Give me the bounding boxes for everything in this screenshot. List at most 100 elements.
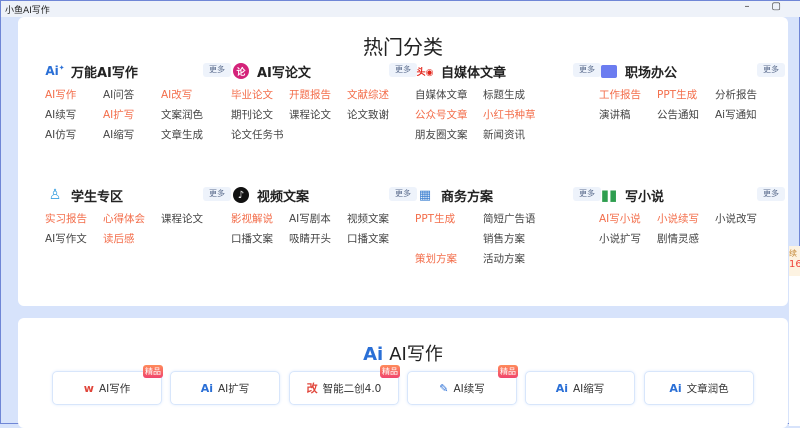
section-title: 学生专区 [71,189,124,205]
tool-icon: Ai [555,381,568,395]
category-item[interactable]: 吸睛开头 [289,232,347,247]
section-title: 自媒体文章 [441,65,507,81]
more-button[interactable]: 更多 [573,63,601,77]
category-item[interactable]: 演讲稿 [599,108,657,123]
category-item[interactable]: 文案润色 [161,108,227,123]
category-item[interactable]: 开题报告 [289,88,347,103]
tool-button[interactable]: ✎ AI续写 精品 [407,365,518,405]
category-item[interactable]: 自媒体文章 [415,88,483,103]
tool-button[interactable]: Ai AI缩写 [525,371,635,405]
student-icon: ♙ [48,187,62,203]
category-item[interactable]: 课程论文 [161,212,227,227]
category-section: 头◉ 自媒体文章 更多 自媒体文章 标题生成 公众号文章 小红书种草 朋友圈文案 新闻资讯 [415,61,601,143]
category-item[interactable]: 分析报告 [715,88,781,103]
more-button[interactable]: 更多 [573,187,601,201]
category-item[interactable]: AI仿写 [45,128,103,143]
category-item[interactable]: 论文致谢 [347,108,413,123]
tool-icon: Ai [200,381,213,395]
category-item[interactable]: 课程论文 [289,108,347,123]
ai-sparkle-icon: Ai [363,344,384,365]
category-item[interactable]: AI写剧本 [289,212,347,227]
briefcase-icon [599,62,619,80]
category-item[interactable]: 视频文案 [347,212,413,227]
category-item[interactable]: 小说改写 [715,212,781,227]
section-title: 写小说 [625,189,665,205]
more-button[interactable]: 更多 [389,63,417,77]
category-item[interactable]: 销售方案 [483,232,551,247]
tool-icon: 改 [306,382,318,395]
more-button[interactable]: 更多 [389,187,417,201]
tool-label: AI扩写 [218,382,250,395]
ai-writing-title: Ai AI写作 [18,340,788,366]
minimize-button[interactable]: – [745,1,750,12]
category-section: Ai✦ 万能AI写作 更多 AI写作 AI问答 AI改写 AI续写 AI扩写 文案润色 AI仿写 A… [45,61,231,143]
maximize-button[interactable]: ▢ [772,1,781,12]
tool-label: AI续写 [453,382,485,395]
right-side-panel[interactable]: 续 16 [789,246,800,426]
category-item[interactable]: 剧情灵感 [657,232,715,247]
category-item[interactable]: 实习报告 [45,212,103,227]
category-section: ▮▮ 写小说 更多 AI写小说 小说续写 小说改写小说扩写 剧情灵感 [599,185,785,247]
category-item[interactable]: AI缩写 [103,128,161,143]
hot-categories-card: 热门分类 Ai✦ 万能AI写作 更多 AI写作 AI问答 AI改写 AI续写 AI扩写 文案润色… [18,17,788,306]
category-item[interactable]: AI写作文 [45,232,103,247]
category-item[interactable]: PPT生成 [657,88,715,103]
tool-button[interactable]: Ai AI扩写 [170,371,280,405]
category-section: ▦ 商务方案 更多 PPT生成 简短广告语 销售方案 策划方案 活动方案 [415,185,601,267]
category-item[interactable]: AI扩写 [103,108,161,123]
category-item[interactable]: 期刊论文 [231,108,289,123]
ai-sparkle-icon: Ai✦ [45,64,65,78]
side-hint: 续 16 [789,246,800,276]
more-button[interactable]: 更多 [757,187,785,201]
category-item[interactable]: AI写小说 [599,212,657,227]
paper-icon: 论 [231,62,251,80]
category-item[interactable]: 文章生成 [161,128,227,143]
category-item[interactable]: 活动方案 [483,252,551,267]
window-title: 小鱼AI写作 [5,6,50,16]
category-item[interactable]: PPT生成 [415,212,483,227]
tool-button[interactable]: w AI写作 精品 [52,365,163,405]
category-item[interactable]: 小说续写 [657,212,715,227]
tool-label: 文章润色 [686,382,729,395]
category-item[interactable]: Ai写通知 [715,108,781,123]
tool-button[interactable]: 改智能二创4.0 精品 [289,365,400,405]
category-item[interactable]: 口播文案 [231,232,289,247]
category-item[interactable]: AI问答 [103,88,161,103]
category-item[interactable]: 公众号文章 [415,108,483,123]
category-item[interactable]: 公告通知 [657,108,715,123]
category-item[interactable]: AI续写 [45,108,103,123]
category-section: ♪ 视频文案 更多 影视解说 AI写剧本 视频文案 口播文案 吸睛开头 口播文案 [231,185,417,247]
category-item[interactable]: 策划方案 [415,252,483,267]
book-icon: ▮▮ [600,186,618,204]
tool-icon: ✎ [439,381,449,395]
category-item[interactable]: 读后感 [103,232,161,247]
category-item[interactable]: 工作报告 [599,88,657,103]
title-bar: 小鱼AI写作 – ▢ [1,1,800,17]
category-item[interactable]: AI写作 [45,88,103,103]
category-item[interactable]: 小红书种草 [483,108,551,123]
tool-label: AI写作 [98,382,131,395]
category-item[interactable]: 论文任务书 [231,128,289,143]
category-item [415,232,483,247]
category-item[interactable]: 心得体会 [103,212,161,227]
category-item[interactable]: 新闻资讯 [483,128,551,143]
category-item[interactable]: AI改写 [161,88,227,103]
premium-badge: 精品 [498,365,518,378]
category-item[interactable]: 毕业论文 [231,88,289,103]
media-icon: 头◉ [416,67,434,78]
more-button[interactable]: 更多 [203,187,231,201]
category-item[interactable]: 简短广告语 [483,212,551,227]
section-title: 职场办公 [625,65,678,81]
category-item[interactable]: 小说扩写 [599,232,657,247]
more-button[interactable]: 更多 [757,63,785,77]
more-button[interactable]: 更多 [203,63,231,77]
category-item[interactable]: 影视解说 [231,212,289,227]
category-item[interactable]: 文献综述 [347,88,413,103]
category-item[interactable]: 口播文案 [347,232,413,247]
tool-button[interactable]: Ai 文章润色 [644,371,754,405]
ai-writing-title-text: AI写作 [389,344,443,365]
category-item[interactable]: 朋友圈文案 [415,128,483,143]
category-item[interactable]: 标题生成 [483,88,551,103]
tiktok-icon: ♪ [231,186,251,204]
section-title: 视频文案 [257,189,310,205]
